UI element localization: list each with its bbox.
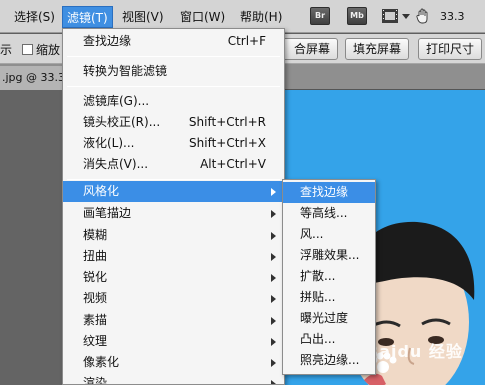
menu-divider — [67, 56, 280, 57]
fill-screen-button[interactable]: 填充屏幕 — [345, 38, 410, 60]
submenu-item-emboss[interactable]: 浮雕效果... — [283, 245, 375, 266]
menu-filter[interactable]: 滤镜(T) — [62, 6, 113, 28]
options-text: 示 — [0, 43, 13, 57]
menu-item-label: 视频 — [83, 291, 108, 305]
mini-bridge-button[interactable]: Mb — [347, 7, 367, 25]
submenu-item-glowing-edges[interactable]: 照亮边缘... — [283, 350, 375, 371]
submenu-item-label: 扩散... — [300, 269, 336, 283]
chevron-down-icon[interactable] — [402, 14, 410, 19]
stylize-submenu: 查找边缘 等高线... 风... 浮雕效果... 扩散... 拼贴... 曝光过… — [282, 179, 376, 375]
hand-tool-icon[interactable] — [414, 7, 432, 25]
menu-window[interactable]: 窗口(W) — [176, 6, 229, 28]
submenu-item-tiles[interactable]: 拼贴... — [283, 287, 375, 308]
menu-item-filter-gallery[interactable]: 滤镜库(G)... — [63, 91, 284, 112]
watermark: Baidu 经验 — [366, 342, 463, 361]
bridge-button[interactable]: Br — [310, 7, 330, 25]
zoom-checkbox-label: 缩放 — [36, 43, 61, 57]
menu-divider — [67, 86, 280, 87]
menu-item-texture[interactable]: 纹理 — [63, 331, 284, 352]
menu-item-video[interactable]: 视频 — [63, 288, 284, 309]
menu-item-label: 模糊 — [83, 228, 108, 242]
submenu-arrow-icon — [271, 295, 276, 303]
submenu-item-label: 拼贴... — [300, 290, 336, 304]
menu-item-label: 消失点(V)... — [83, 157, 149, 171]
submenu-arrow-icon — [271, 380, 276, 384]
menu-item-label: 像素化 — [83, 355, 120, 369]
submenu-item-solarize[interactable]: 曝光过度 — [283, 308, 375, 329]
film-strip-icon[interactable] — [381, 7, 399, 25]
submenu-item-label: 风... — [300, 227, 324, 241]
zoom-level[interactable]: 33.3 — [440, 10, 465, 23]
submenu-arrow-icon — [271, 232, 276, 240]
zoom-checkbox[interactable] — [22, 44, 33, 55]
menu-item-liquify[interactable]: 液化(L)... Shift+Ctrl+X — [63, 133, 284, 154]
submenu-arrow-icon — [271, 317, 276, 325]
menu-item-label: 查找边缘 — [83, 34, 132, 48]
menu-item-vanishing-point[interactable]: 消失点(V)... Alt+Ctrl+V — [63, 154, 284, 175]
submenu-item-label: 照亮边缘... — [300, 353, 360, 367]
menu-item-sharpen[interactable]: 锐化 — [63, 267, 284, 288]
menu-item-distort[interactable]: 扭曲 — [63, 246, 284, 267]
menu-item-sketch[interactable]: 素描 — [63, 310, 284, 331]
menu-view[interactable]: 视图(V) — [118, 6, 168, 28]
menu-item-label: 渲染 — [83, 376, 108, 385]
filter-menu: 查找边缘 Ctrl+F 转换为智能滤镜 滤镜库(G)... 镜头校正(R)...… — [62, 28, 285, 385]
submenu-arrow-icon — [271, 338, 276, 346]
menu-item-label: 风格化 — [83, 184, 120, 198]
submenu-arrow-icon — [271, 210, 276, 218]
menu-item-render[interactable]: 渲染 — [63, 373, 284, 385]
menu-item-shortcut: Ctrl+F — [227, 34, 266, 48]
menu-item-label: 镜头校正(R)... — [83, 115, 161, 129]
submenu-arrow-icon — [271, 253, 276, 261]
menu-item-label: 液化(L)... — [83, 136, 135, 150]
menu-item-pixelate[interactable]: 像素化 — [63, 352, 284, 373]
submenu-item-label: 曝光过度 — [300, 311, 349, 325]
menu-item-convert-smart-filter[interactable]: 转换为智能滤镜 — [63, 61, 284, 82]
submenu-item-extrude[interactable]: 凸出... — [283, 329, 375, 350]
menu-item-find-edges[interactable]: 查找边缘 Ctrl+F — [63, 31, 284, 52]
menu-item-label: 画笔描边 — [83, 206, 132, 220]
menu-item-shortcut: Shift+Ctrl+R — [188, 115, 266, 129]
submenu-arrow-icon — [271, 359, 276, 367]
submenu-item-label: 等高线... — [300, 206, 348, 220]
submenu-item-find-edges[interactable]: 查找边缘 — [283, 182, 375, 203]
menu-item-label: 锐化 — [83, 270, 108, 284]
menu-item-brush-strokes[interactable]: 画笔描边 — [63, 203, 284, 224]
menu-item-label: 素描 — [83, 313, 108, 327]
menu-item-label: 扭曲 — [83, 249, 108, 263]
menu-select[interactable]: 选择(S) — [10, 6, 59, 28]
menu-item-shortcut: Shift+Ctrl+X — [189, 136, 266, 150]
menu-item-lens-correction[interactable]: 镜头校正(R)... Shift+Ctrl+R — [63, 112, 284, 133]
menu-item-label: 转换为智能滤镜 — [83, 64, 168, 78]
submenu-item-label: 查找边缘 — [300, 185, 349, 199]
menu-item-shortcut: Alt+Ctrl+V — [200, 157, 266, 171]
menu-help[interactable]: 帮助(H) — [236, 6, 286, 28]
submenu-item-wind[interactable]: 风... — [283, 224, 375, 245]
submenu-arrow-icon — [271, 188, 276, 196]
submenu-item-diffuse[interactable]: 扩散... — [283, 266, 375, 287]
submenu-item-contour[interactable]: 等高线... — [283, 203, 375, 224]
menu-divider — [67, 179, 280, 180]
menu-item-blur[interactable]: 模糊 — [63, 225, 284, 246]
submenu-arrow-icon — [271, 274, 276, 282]
menu-item-stylize[interactable]: 风格化 — [63, 181, 284, 202]
print-size-button[interactable]: 打印尺寸 — [418, 38, 483, 60]
menu-item-label: 纹理 — [83, 334, 108, 348]
document-tab[interactable]: .jpg @ 33.3 — [0, 66, 72, 90]
submenu-item-label: 凸出... — [300, 332, 336, 346]
submenu-item-label: 浮雕效果... — [300, 248, 360, 262]
menu-item-label: 滤镜库(G)... — [83, 94, 150, 108]
